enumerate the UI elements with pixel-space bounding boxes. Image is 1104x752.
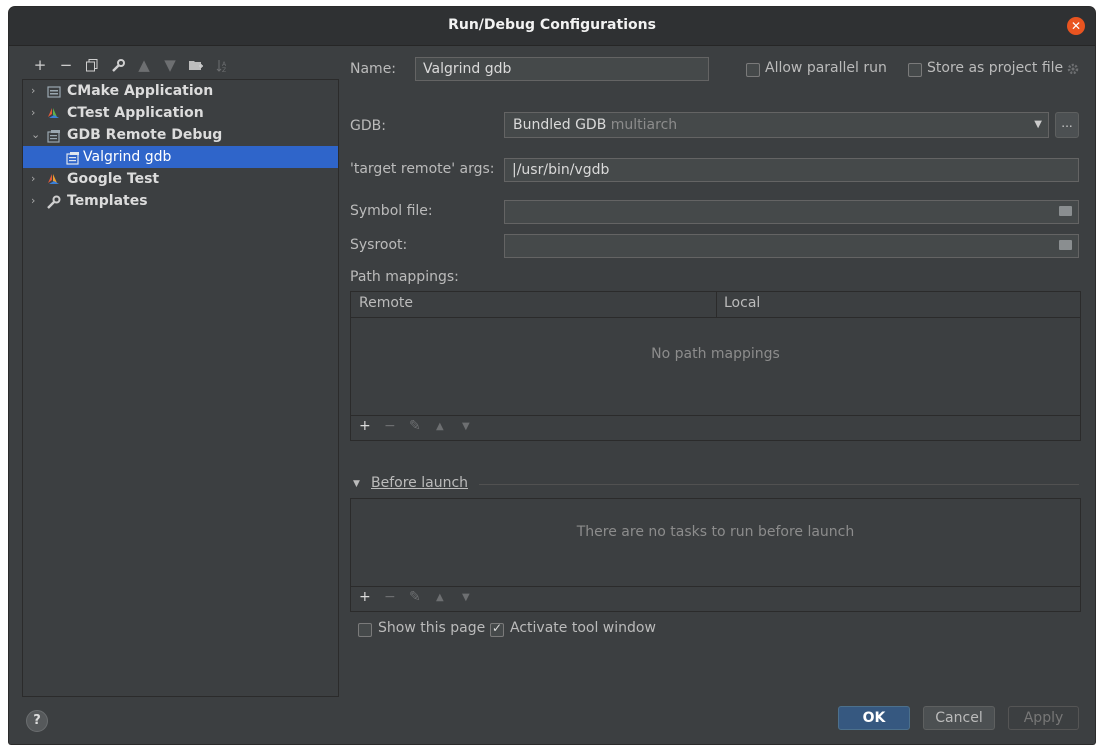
folder-icon[interactable]	[1059, 206, 1072, 216]
allow-parallel-checkbox[interactable]	[746, 63, 760, 77]
activate-tool-checkbox[interactable]	[490, 621, 504, 637]
pencil-icon[interactable]: ✎	[409, 589, 421, 605]
before-launch-label[interactable]: Before launch	[371, 475, 468, 491]
ctest-icon	[47, 106, 61, 120]
close-icon[interactable]: ✕	[1067, 17, 1085, 35]
gdb-select[interactable]: Bundled GDB multiarch ▼	[504, 112, 1049, 138]
apply-button[interactable]: Apply	[1008, 706, 1079, 730]
tree-item-label: CMake Application	[67, 83, 214, 99]
tree-item-label: GDB Remote Debug	[67, 127, 223, 143]
path-mappings-label: Path mappings:	[350, 269, 459, 285]
plus-icon[interactable]: +	[27, 55, 53, 75]
cancel-button[interactable]: Cancel	[923, 706, 995, 730]
dialog-title: Run/Debug Configurations	[448, 17, 656, 33]
tree-item-templates[interactable]: › Templates	[23, 190, 338, 212]
table-header: Remote Local	[351, 292, 1080, 318]
collapse-icon[interactable]: ▼	[353, 479, 360, 489]
chevron-right-icon[interactable]: ›	[31, 102, 35, 124]
name-input[interactable]: Valgrind gdb	[415, 57, 709, 81]
chevron-right-icon[interactable]: ›	[31, 80, 35, 102]
column-remote[interactable]: Remote	[359, 295, 413, 311]
arrow-down-icon[interactable]: ▼	[157, 55, 183, 75]
minus-icon[interactable]: −	[384, 418, 396, 434]
copy-icon[interactable]	[79, 55, 105, 75]
plus-icon[interactable]: +	[359, 418, 371, 434]
mappings-toolbar: + − ✎ ▲ ▼	[351, 415, 1080, 440]
tree-item-cmake-application[interactable]: › CMake Application	[23, 80, 338, 102]
column-local[interactable]: Local	[724, 295, 760, 311]
section-divider	[479, 484, 1079, 485]
minus-icon[interactable]: −	[384, 589, 396, 605]
wrench-icon[interactable]	[105, 55, 131, 75]
minus-icon[interactable]: −	[53, 55, 79, 75]
chevron-right-icon[interactable]: ›	[31, 168, 35, 190]
help-button[interactable]: ?	[26, 710, 48, 732]
gdb-remote-icon	[47, 128, 61, 143]
run-debug-dialog: Run/Debug Configurations ✕ + − ▲ ▼ AZ › …	[9, 7, 1095, 744]
before-launch-text: Before launch	[371, 475, 469, 491]
store-as-project-checkbox[interactable]	[908, 63, 922, 77]
arrow-up-icon[interactable]: ▲	[131, 55, 157, 75]
allow-parallel-label[interactable]: Allow parallel run	[765, 60, 887, 76]
tree-item-label: CTest Application	[67, 105, 204, 121]
symbol-file-input[interactable]	[504, 200, 1079, 224]
config-toolbar: + − ▲ ▼ AZ	[27, 55, 235, 75]
empty-tasks-text: There are no tasks to run before launch	[576, 524, 855, 540]
sort-icon[interactable]: AZ	[209, 55, 235, 75]
before-launch-toolbar: + − ✎ ▲ ▼	[351, 586, 1080, 611]
cmake-app-icon	[47, 84, 61, 98]
activate-tool-label[interactable]: Activate tool window	[510, 620, 656, 636]
chevron-down-icon[interactable]: ⌄	[31, 124, 40, 146]
plus-icon[interactable]: +	[359, 589, 371, 605]
tree-item-label: Templates	[67, 193, 148, 209]
folder-icon[interactable]	[1059, 240, 1072, 250]
gear-icon[interactable]	[1066, 62, 1080, 76]
column-divider	[716, 292, 717, 317]
wrench-icon	[47, 194, 61, 209]
pencil-icon[interactable]: ✎	[409, 418, 421, 434]
symbol-file-label: Symbol file:	[350, 203, 433, 219]
gdb-select-value: Bundled GDB	[513, 117, 607, 133]
gdb-select-suffix: multiarch	[610, 117, 678, 133]
store-as-project-label[interactable]: Store as project file	[927, 60, 1063, 76]
arrow-up-icon[interactable]: ▲	[436, 592, 444, 603]
sysroot-label: Sysroot:	[350, 237, 408, 253]
sysroot-input[interactable]	[504, 234, 1079, 258]
name-label-text: Name:	[350, 61, 397, 77]
arrow-up-icon[interactable]: ▲	[436, 421, 444, 432]
name-label: Name:	[350, 61, 396, 77]
target-remote-input[interactable]: |/usr/bin/vgdb	[504, 158, 1079, 182]
title-bar: Run/Debug Configurations ✕	[9, 7, 1095, 46]
tree-item-google-test[interactable]: › Google Test	[23, 168, 338, 190]
before-launch-list[interactable]: There are no tasks to run before launch …	[350, 498, 1081, 612]
show-page-checkbox[interactable]	[358, 623, 372, 637]
tree-item-label: Google Test	[67, 171, 160, 187]
gdb-browse-button[interactable]: ...	[1055, 112, 1079, 138]
arrow-down-icon[interactable]: ▼	[462, 592, 470, 603]
tree-item-ctest-application[interactable]: › CTest Application	[23, 102, 338, 124]
arrow-down-icon[interactable]: ▼	[462, 421, 470, 432]
path-mappings-table[interactable]: Remote Local No path mappings + − ✎ ▲ ▼	[350, 291, 1081, 441]
gdb-remote-icon	[66, 150, 80, 165]
config-tree[interactable]: › CMake Application › CTest Application …	[22, 79, 339, 697]
svg-text:Z: Z	[222, 67, 226, 72]
empty-mappings-text: No path mappings	[651, 346, 780, 362]
chevron-right-icon[interactable]: ›	[31, 190, 35, 212]
tree-item-label: Valgrind gdb	[83, 149, 172, 165]
gdb-label: GDB:	[350, 118, 386, 134]
google-test-icon	[47, 172, 61, 186]
tree-item-valgrind-gdb[interactable]: Valgrind gdb	[23, 146, 338, 168]
ok-button[interactable]: OK	[838, 706, 910, 730]
folder-add-icon[interactable]	[183, 55, 209, 75]
tree-item-gdb-remote-debug[interactable]: ⌄ GDB Remote Debug	[23, 124, 338, 146]
chevron-down-icon: ▼	[1034, 119, 1042, 130]
target-remote-label: 'target remote' args:	[350, 161, 495, 177]
show-page-label[interactable]: Show this page	[378, 620, 485, 636]
